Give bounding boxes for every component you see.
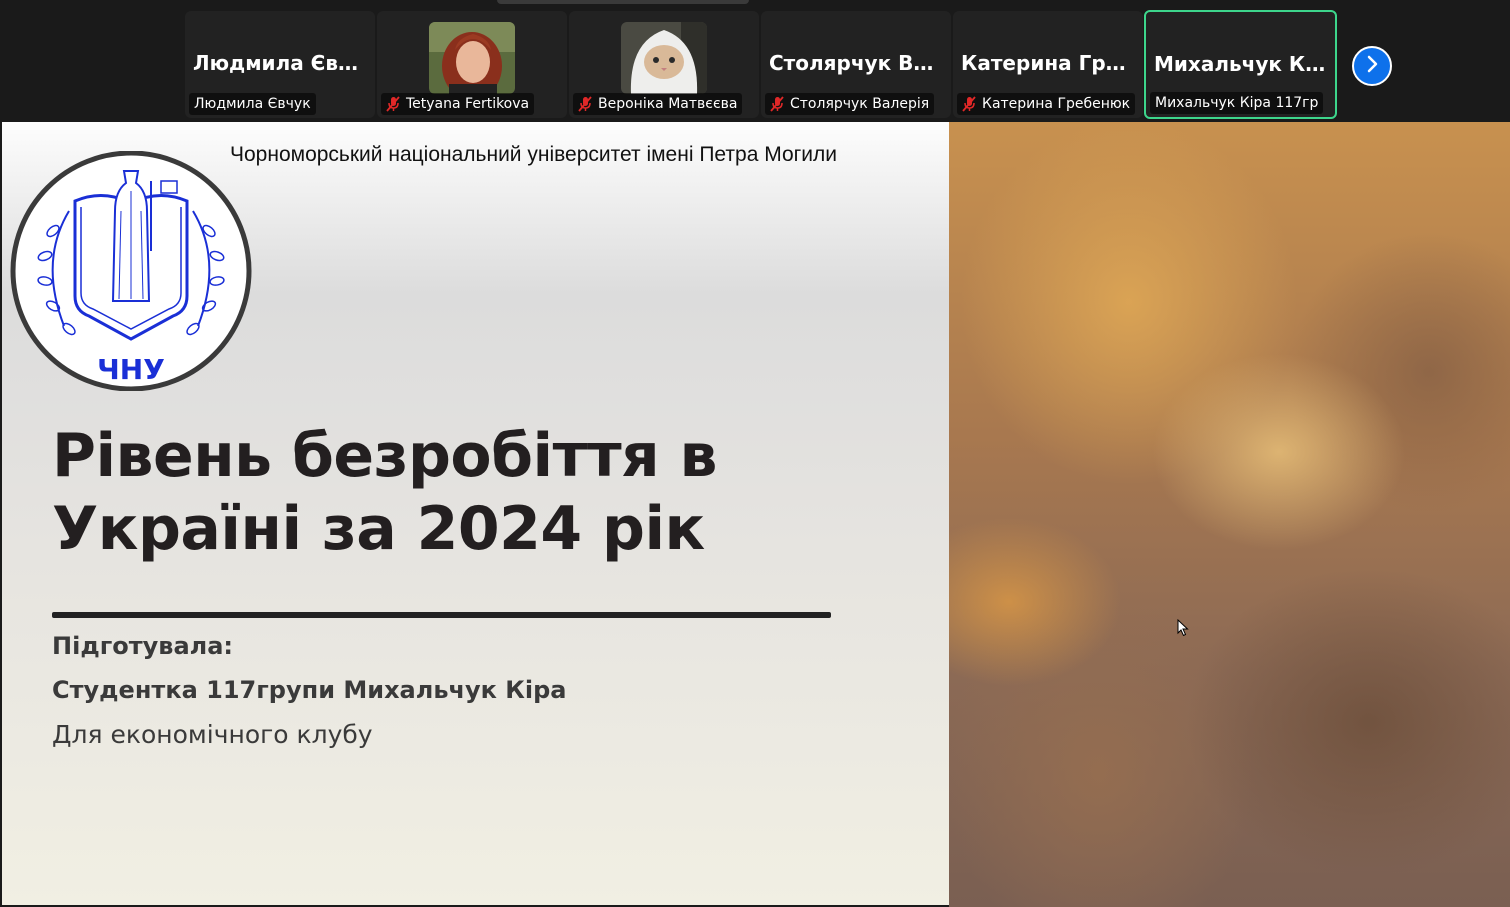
microphone-muted-icon	[578, 96, 592, 112]
participant-label-text: Вероніка Матвєєва	[598, 96, 738, 112]
student-name: Студентка 117групи Михальчук Кіра	[52, 676, 567, 704]
participant-display-name: Людмила Євчук	[193, 51, 375, 75]
slide-title-line-1: Рівень безробіття в	[52, 421, 718, 491]
participant-video	[621, 22, 707, 94]
strip-handle[interactable]	[497, 0, 749, 4]
university-logo: ЧНУ	[9, 150, 253, 392]
participant-tile[interactable]: Вероніка Матвєєва	[569, 11, 759, 118]
participant-strip: Людмила Євчук Людмила Євчук Tetyana Fert…	[0, 0, 1510, 122]
participant-display-name: Катерина Гребе...	[961, 51, 1143, 75]
participant-video	[429, 22, 515, 94]
next-page-button[interactable]	[1352, 46, 1392, 86]
microphone-muted-icon	[770, 96, 784, 112]
participant-label: Катерина Гребенюк	[957, 93, 1136, 115]
participant-label-text: Катерина Гребенюк	[982, 96, 1131, 112]
microphone-muted-icon	[386, 96, 400, 112]
sky-photo	[949, 122, 1510, 907]
chevron-right-icon	[1364, 55, 1380, 77]
slide-title: Рівень безробіття в Україні за 2024 рік	[52, 420, 912, 566]
participant-label: Людмила Євчук	[189, 93, 316, 115]
participant-display-name: Михальчук Кір...	[1154, 52, 1335, 76]
microphone-muted-icon	[962, 96, 976, 112]
participant-tile[interactable]: Катерина Гребе... Катерина Гребенюк	[953, 11, 1143, 118]
divider	[52, 612, 831, 618]
participant-label: Михальчук Кіра 117гр	[1150, 92, 1324, 114]
participant-tile[interactable]: Столярчук Вал... Столярчук Валерія	[761, 11, 951, 118]
participant-display-name: Столярчук Вал...	[769, 51, 951, 75]
university-name: Чорноморський національний університет і…	[230, 143, 838, 166]
participant-tile[interactable]: Tetyana Fertikova	[377, 11, 567, 118]
prepared-by-label: Підготувала:	[52, 632, 234, 660]
participant-tile-active[interactable]: Михальчук Кір... Михальчук Кіра 117гр	[1144, 10, 1337, 119]
participant-tile[interactable]: Людмила Євчук Людмила Євчук	[185, 11, 375, 118]
shared-slide: Чорноморський національний університет і…	[0, 122, 1510, 907]
participant-label-text: Столярчук Валерія	[790, 96, 930, 112]
mouse-pointer-icon	[1177, 618, 1189, 637]
participant-label-text: Михальчук Кіра 117гр	[1155, 95, 1319, 111]
participant-label-text: Tetyana Fertikova	[406, 96, 530, 112]
participant-label: Столярчук Валерія	[765, 93, 935, 115]
svg-text:ЧНУ: ЧНУ	[97, 353, 165, 386]
participant-label-text: Людмила Євчук	[194, 96, 311, 112]
slide-title-line-2: Україні за 2024 рік	[52, 494, 705, 564]
slide-content-panel: Чорноморський національний університет і…	[2, 122, 949, 905]
club-name: Для економічного клубу	[52, 720, 373, 749]
participant-label: Tetyana Fertikova	[381, 93, 535, 115]
participant-label: Вероніка Матвєєва	[573, 93, 743, 115]
